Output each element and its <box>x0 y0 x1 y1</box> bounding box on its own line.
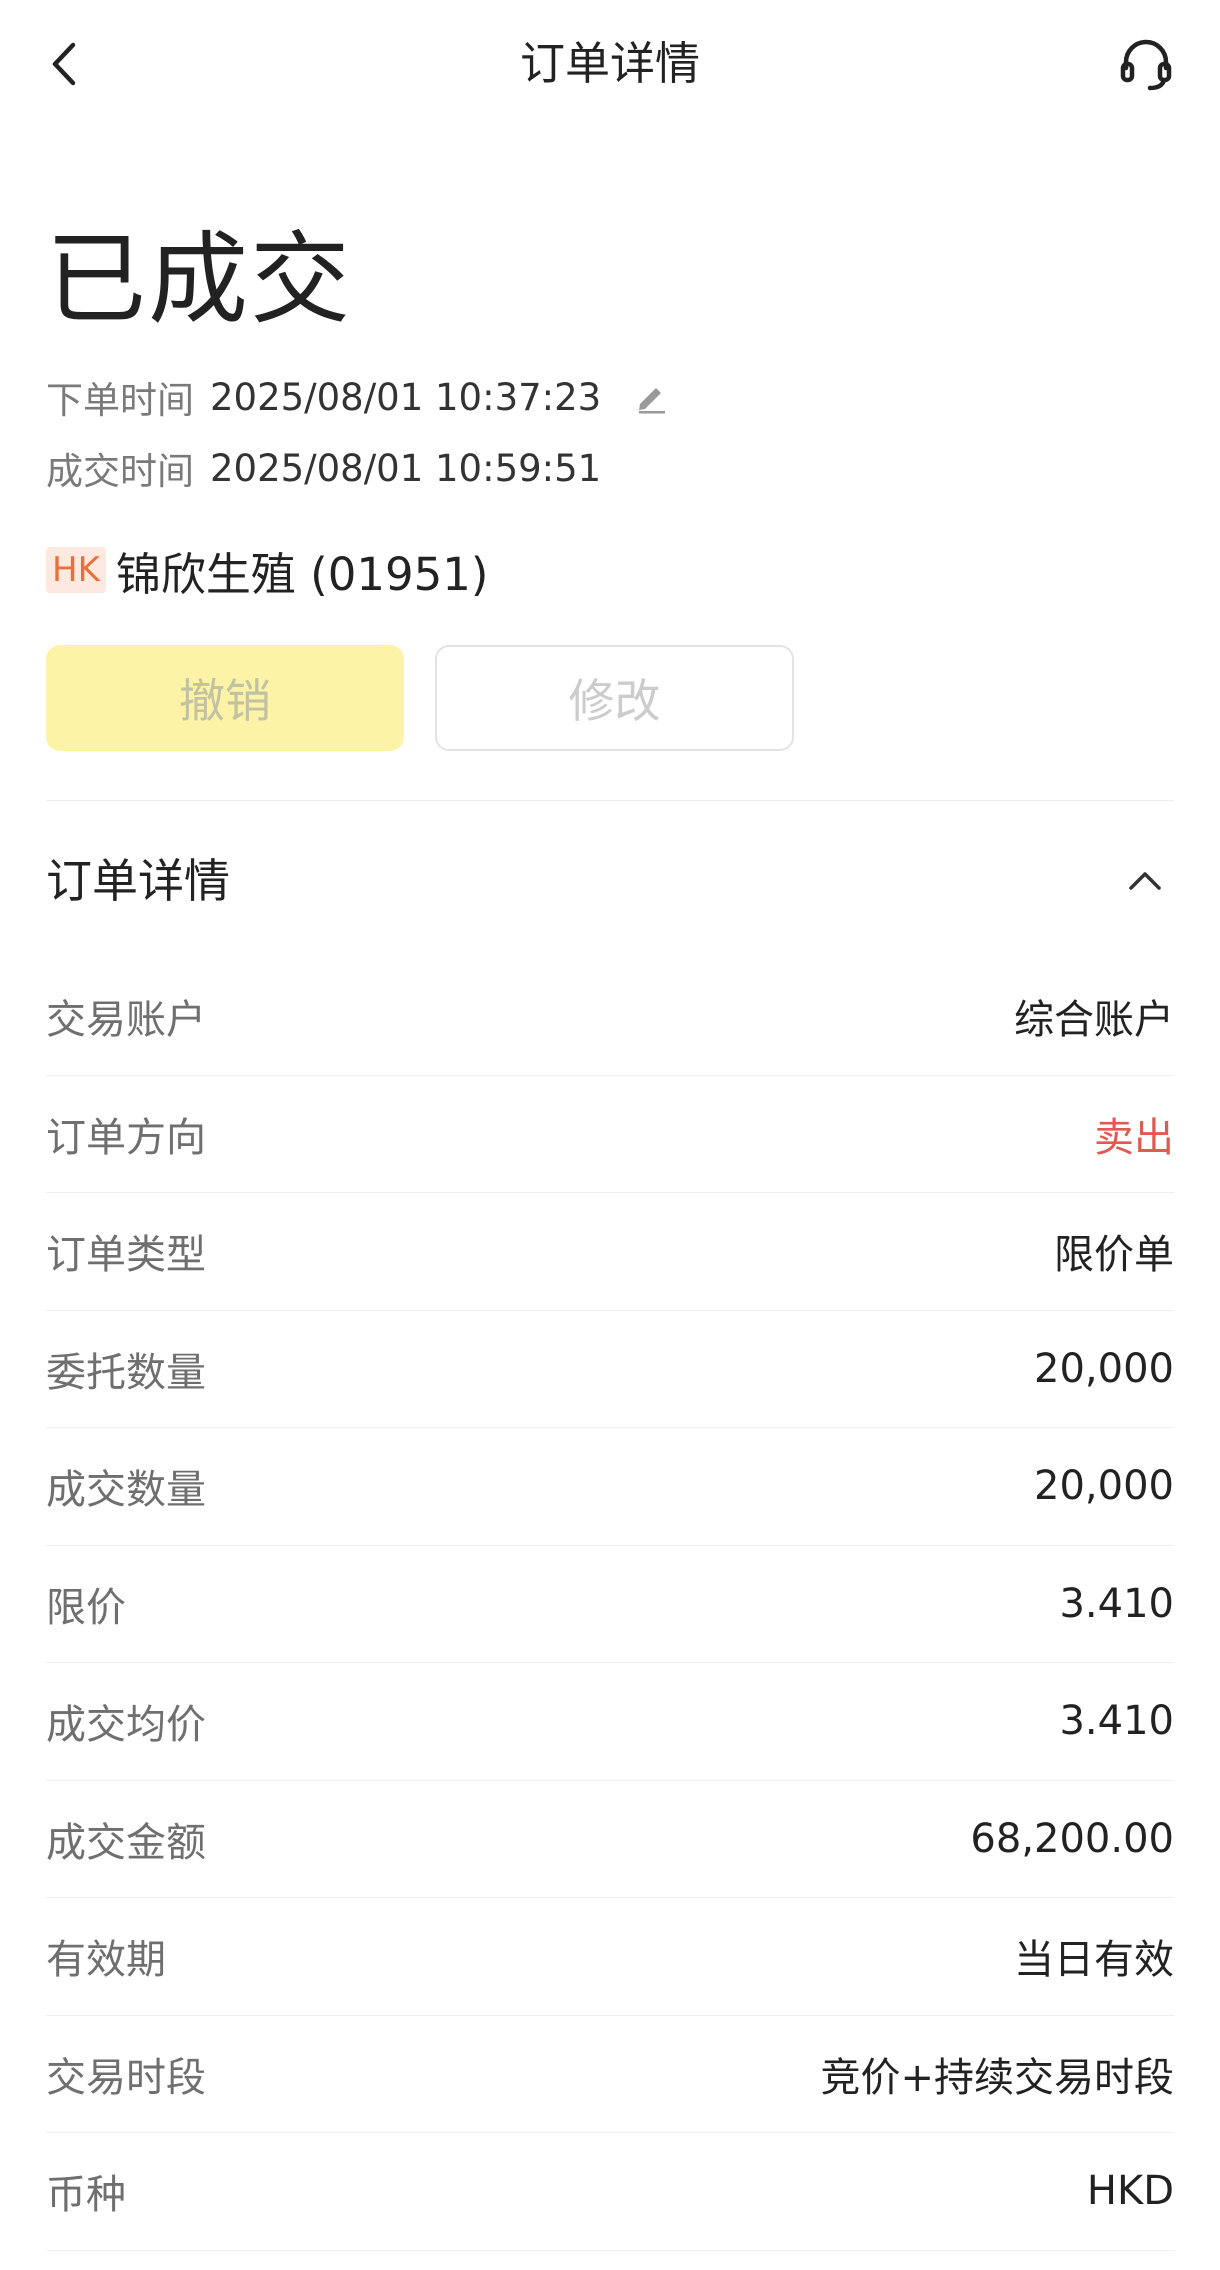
order-detail-page: 订单详情 已成交 下单时间 2025/08/01 10:37:23 成交时间 2… <box>0 0 1220 2270</box>
detail-label: 币种 <box>46 2172 126 2219</box>
detail-row-order-qty: 委托数量 20,000 <box>46 1311 1174 1428</box>
top-nav-bar: 订单详情 <box>0 0 1220 130</box>
page-title: 订单详情 <box>519 37 700 90</box>
detail-value: 3.410 <box>1059 1698 1174 1745</box>
detail-row-avg-price: 成交均价 3.410 <box>46 1663 1174 1781</box>
detail-row-limit-price: 限价 3.410 <box>46 1546 1174 1663</box>
chevron-up-icon <box>1129 872 1161 890</box>
collapse-section-button[interactable] <box>1120 856 1170 906</box>
stock-info[interactable]: HK 锦欣生殖 (01951) <box>46 540 489 601</box>
detail-label: 有效期 <box>46 1937 166 1984</box>
detail-label: 委托数量 <box>46 1349 206 1396</box>
detail-label: 限价 <box>46 1584 126 1631</box>
detail-value: 68,200.00 <box>970 1815 1174 1862</box>
cancel-order-button[interactable]: 撤销 <box>46 645 404 751</box>
detail-label: 成交金额 <box>46 1819 206 1866</box>
market-badge: HK <box>46 547 106 593</box>
detail-value: 20,000 <box>1034 1345 1174 1392</box>
detail-row-filled-qty: 成交数量 20,000 <box>46 1428 1174 1546</box>
detail-row-validity: 有效期 当日有效 <box>46 1898 1174 2016</box>
detail-value: 3.410 <box>1059 1580 1174 1627</box>
edit-note-button[interactable] <box>631 377 671 417</box>
order-time-value: 2025/08/01 10:37:23 <box>210 375 602 419</box>
detail-value: 20,000 <box>1034 1463 1174 1510</box>
detail-value: HKD <box>1086 2168 1174 2215</box>
order-status: 已成交 <box>46 221 352 338</box>
detail-row-currency: 币种 HKD <box>46 2133 1174 2251</box>
detail-label: 交易账户 <box>46 997 206 1044</box>
divider <box>46 800 1174 801</box>
detail-label: 订单类型 <box>46 1232 206 1279</box>
detail-row-session: 交易时段 竞价+持续交易时段 <box>46 2016 1174 2133</box>
headset-icon <box>1120 39 1172 91</box>
section-title: 订单详情 <box>46 854 230 908</box>
stock-name: 锦欣生殖 (01951) <box>115 547 489 601</box>
detail-label: 交易时段 <box>46 2054 206 2101</box>
detail-row-direction: 订单方向 卖出 <box>46 1076 1174 1193</box>
customer-service-button[interactable] <box>1110 28 1182 100</box>
pencil-icon <box>639 388 666 414</box>
detail-row-amount: 成交金额 68,200.00 <box>46 1781 1174 1898</box>
fill-time-row: 成交时间 2025/08/01 10:59:51 <box>46 443 602 494</box>
detail-value: 综合账户 <box>1014 997 1174 1044</box>
modify-order-button[interactable]: 修改 <box>435 645 794 751</box>
order-time-row: 下单时间 2025/08/01 10:37:23 <box>46 372 671 422</box>
detail-value: 当日有效 <box>1014 1937 1174 1984</box>
detail-label: 订单方向 <box>46 1114 206 1161</box>
detail-value: 竞价+持续交易时段 <box>820 2054 1174 2101</box>
detail-label: 成交数量 <box>46 1467 206 1514</box>
detail-row-order-type: 订单类型 限价单 <box>46 1193 1174 1311</box>
order-detail-list: 交易账户 综合账户 订单方向 卖出 订单类型 限价单 委托数量 20,000 成… <box>46 958 1174 2251</box>
fill-time-label: 成交时间 <box>46 450 194 493</box>
detail-row-account: 交易账户 综合账户 <box>46 958 1174 1076</box>
order-time-label: 下单时间 <box>46 379 194 422</box>
fill-time-value: 2025/08/01 10:59:51 <box>210 446 602 490</box>
detail-value-sell: 卖出 <box>1094 1114 1174 1161</box>
detail-value: 限价单 <box>1054 1232 1174 1279</box>
detail-label: 成交均价 <box>46 1702 206 1749</box>
